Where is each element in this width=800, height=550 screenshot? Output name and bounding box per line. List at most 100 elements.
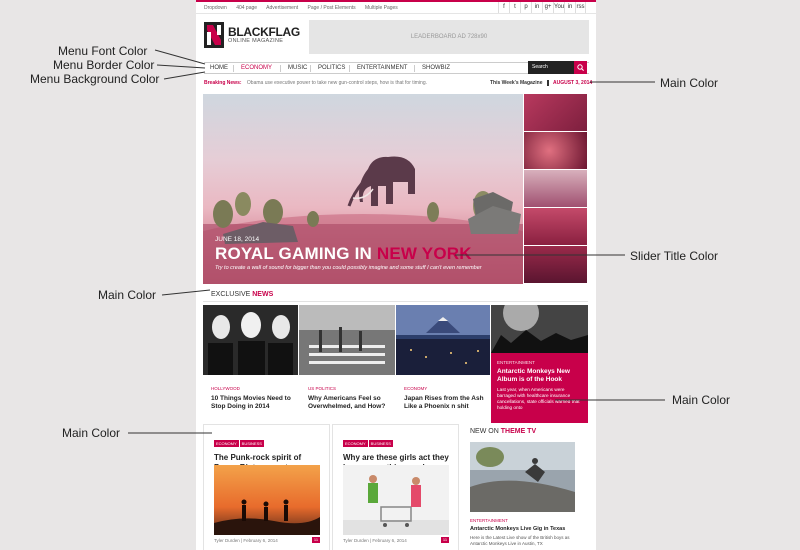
- leaderboard-ad[interactable]: LEADERBOARD AD 728x90: [309, 20, 589, 54]
- crosswalk-photo: [299, 305, 395, 375]
- tag-business[interactable]: BUSINESS: [239, 440, 264, 447]
- featured-card[interactable]: ENTERTAINMENT Antarctic Monkeys New Albu…: [491, 353, 588, 423]
- card-category[interactable]: HOLLYWOOD: [211, 386, 240, 391]
- card-image[interactable]: [396, 305, 490, 375]
- menu-item-showbiz[interactable]: SHOWBIZ: [422, 65, 450, 71]
- slider-thumbnail[interactable]: [524, 132, 587, 169]
- menu-divider: [233, 65, 234, 72]
- annotation-main-color: Main Color: [62, 426, 121, 440]
- current-date: AUGUST 3, 2014: [547, 80, 592, 86]
- annotation-menu-border-color: Menu Border Color: [53, 58, 155, 72]
- theme-tv-prefix: NEW ON: [470, 428, 499, 435]
- logo-icon[interactable]: [204, 22, 224, 48]
- menu-item-politics[interactable]: POLITICS: [318, 65, 345, 71]
- weekly-magazine-link[interactable]: This Week's Magazine: [490, 80, 543, 86]
- menu-item-entertainment[interactable]: ENTERTAINMENT: [357, 65, 407, 71]
- card-category[interactable]: ECONOMY: [404, 386, 427, 391]
- comment-count-icon[interactable]: 11: [312, 537, 320, 543]
- annotation-menu-font-color: Menu Font Color: [58, 44, 148, 58]
- twitter-icon[interactable]: t: [509, 2, 520, 13]
- youtube-icon[interactable]: You: [553, 2, 564, 13]
- menu-item-home[interactable]: HOME: [210, 65, 228, 71]
- theme-tv-heading: NEW ON THEME TV: [470, 428, 536, 435]
- theme-tv-category[interactable]: ENTERTAINMENT: [470, 518, 508, 523]
- rss-icon[interactable]: rss: [575, 2, 586, 13]
- tag-economy[interactable]: ECONOMY: [343, 440, 368, 447]
- annotation-main-color: Main Color: [98, 288, 157, 302]
- exclusive-accent: NEWS: [252, 291, 274, 298]
- theme-tv-title[interactable]: Antarctic Monkeys Live Gig in Texas: [470, 526, 565, 532]
- shopping-cart-photo: [343, 465, 449, 535]
- card-title[interactable]: 10 Things Movies Need to Stop Doing in 2…: [211, 395, 296, 411]
- annotation-slider-title-color: Slider Title Color: [630, 249, 719, 263]
- annotation-main-color: Main Color: [660, 76, 719, 90]
- annotation-menu-background-color: Menu Background Color: [30, 72, 160, 86]
- exclusive-news-heading: EXCLUSIVE NEWS: [211, 291, 273, 298]
- tag-business[interactable]: BUSINESS: [368, 440, 393, 447]
- slider-thumbnail[interactable]: [524, 246, 587, 283]
- featured-excerpt: Last year, when Americans were barraged …: [497, 387, 580, 410]
- hero-title-main: ROYAL GAMING IN: [215, 244, 372, 263]
- breaking-news-label: Breaking News:: [204, 80, 242, 86]
- slider-thumbnail[interactable]: [524, 94, 587, 131]
- sunset-hikers-photo: [214, 465, 320, 535]
- theme-tv-accent: THEME TV: [500, 428, 537, 435]
- card-category[interactable]: US POLITICS: [308, 386, 336, 391]
- card-image[interactable]: [203, 305, 298, 375]
- featured-title: Antarctic Monkeys New Album is of the Ho…: [497, 368, 570, 383]
- hero-subtitle: Try to create a wall of sound for bigger…: [215, 265, 482, 271]
- google-plus-icon[interactable]: g+: [542, 2, 553, 13]
- breaking-news: Breaking News: Obama use executive power…: [204, 80, 427, 86]
- top-link-dropdown[interactable]: Dropdown: [204, 5, 227, 11]
- top-link-multiple-pages[interactable]: Multiple Pages: [365, 5, 398, 11]
- theme-tv-video[interactable]: [470, 442, 575, 512]
- website-page: Dropdown 404 page Advertisement Page / P…: [196, 0, 596, 550]
- top-link-404[interactable]: 404 page: [236, 5, 257, 11]
- article-card[interactable]: ECONOMY BUSINESS The Punk-rock spirit of …: [203, 424, 330, 550]
- hero-date: JUNE 18, 2014: [215, 236, 260, 243]
- skater-photo: [470, 442, 575, 512]
- social-icons: f t p in g+ You in rss: [498, 2, 586, 13]
- top-bar: Dropdown 404 page Advertisement Page / P…: [196, 0, 596, 14]
- article-card[interactable]: ECONOMY BUSINESS Why are these girls act …: [332, 424, 459, 550]
- search-button[interactable]: [574, 61, 587, 74]
- hero-slider[interactable]: JUNE 18, 2014 ROYAL GAMING IN NEW YORK T…: [203, 94, 523, 284]
- card-title[interactable]: Japan Rises from the Ash Like a Phoenix …: [404, 395, 489, 411]
- theme-tv-excerpt: Here is the Latest Live show of the Brit…: [470, 535, 570, 546]
- search-icon: [577, 64, 584, 71]
- menu-item-music[interactable]: MUSIC: [288, 65, 307, 71]
- tag-economy[interactable]: ECONOMY: [214, 440, 239, 447]
- featured-category: ENTERTAINMENT: [497, 360, 535, 365]
- hero-title-accent: NEW YORK: [376, 244, 472, 263]
- exclusive-prefix: EXCLUSIVE: [211, 291, 251, 298]
- card-title[interactable]: Why Americans Feel so Overwhelmed, and H…: [308, 395, 393, 411]
- top-link-advertisement[interactable]: Advertisement: [266, 5, 298, 11]
- slider-thumbnails: [524, 94, 587, 284]
- instagram-icon[interactable]: in: [531, 2, 542, 13]
- logo-name[interactable]: BLACKFLAG: [228, 25, 300, 39]
- concert-photo: [491, 305, 588, 353]
- slider-thumbnail[interactable]: [524, 208, 587, 245]
- hero-title[interactable]: ROYAL GAMING IN NEW YORK: [215, 244, 472, 264]
- menu-divider: [414, 65, 415, 72]
- article-meta: Tyler Durden | February 6, 2014: [214, 538, 278, 543]
- linkedin-icon[interactable]: in: [564, 2, 575, 13]
- card-image[interactable]: [299, 305, 395, 375]
- menu-divider: [349, 65, 350, 72]
- top-links: Dropdown 404 page Advertisement Page / P…: [204, 5, 406, 11]
- comment-count-icon[interactable]: 11: [441, 537, 449, 543]
- slider-thumbnail[interactable]: [524, 170, 587, 207]
- menu-divider: [310, 65, 311, 72]
- menu-item-economy[interactable]: ECONOMY: [241, 65, 272, 71]
- facebook-icon[interactable]: f: [498, 2, 509, 13]
- masks-photo: [203, 305, 298, 375]
- top-link-post-elements[interactable]: Page / Post Elements: [308, 5, 356, 11]
- section-divider: [203, 301, 588, 302]
- fuji-city-photo: [396, 305, 490, 375]
- annotation-main-color: Main Color: [672, 393, 731, 407]
- pinterest-icon[interactable]: p: [520, 2, 531, 13]
- article-meta: Tyler Durden | February 6, 2014: [343, 538, 407, 543]
- search-input[interactable]: Search: [528, 61, 574, 74]
- card-image[interactable]: [491, 305, 588, 353]
- breaking-news-text[interactable]: Obama use executive power to take new gu…: [247, 80, 427, 86]
